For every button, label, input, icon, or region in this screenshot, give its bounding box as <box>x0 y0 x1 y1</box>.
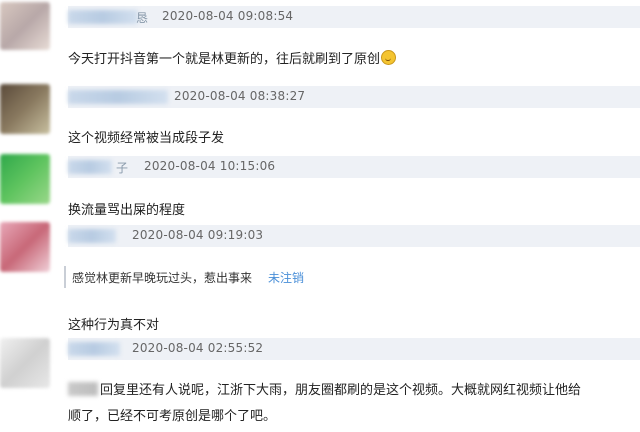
quoted-reply: 感觉林更新早晚玩过头，惹出事来 未注销 <box>64 266 640 288</box>
timestamp: 2020-08-04 02:55:52 <box>132 341 264 355</box>
avatar[interactable] <box>0 222 50 272</box>
comment-text: 这种行为真不对 <box>68 318 160 333</box>
timestamp: 2020-08-04 08:38:27 <box>174 89 306 103</box>
username-blurred[interactable] <box>68 229 116 243</box>
username-suffix[interactable]: 恳 <box>136 9 148 26</box>
username-blurred[interactable] <box>68 382 98 396</box>
unfollow-link[interactable]: 未注销 <box>268 269 304 286</box>
username-blurred[interactable] <box>68 342 120 356</box>
timestamp: 2020-08-04 09:08:54 <box>162 9 294 23</box>
comment-text: 今天打开抖音第一个就是林更新的，往后就刷到了原创 <box>68 48 397 67</box>
comment-header: 2020-08-04 09:19:03 <box>68 225 640 247</box>
timestamp: 2020-08-04 10:15:06 <box>144 159 276 173</box>
reply-text: 感觉林更新早晚玩过头，惹出事来 <box>72 271 253 285</box>
comment-text-line1: 回复里还有人说呢，江浙下大雨，朋友圈都刷的是这个视频。大概就网红视频让他给 <box>68 379 581 398</box>
comment-header: 恳 2020-08-04 09:08:54 <box>68 6 640 28</box>
comment-header: 2020-08-04 08:38:27 <box>68 86 640 108</box>
username-blurred[interactable] <box>68 10 138 24</box>
smile-emoji-icon <box>381 50 397 65</box>
username-blurred[interactable] <box>68 160 112 174</box>
avatar[interactable] <box>0 84 50 134</box>
username-suffix[interactable]: 子 <box>116 159 128 176</box>
comment-header: 2020-08-04 02:55:52 <box>68 338 640 360</box>
comment-header: 子 2020-08-04 10:15:06 <box>68 156 640 178</box>
timestamp: 2020-08-04 09:19:03 <box>132 228 264 242</box>
username-blurred[interactable] <box>68 90 168 104</box>
avatar[interactable] <box>0 2 50 50</box>
comment-text: 换流量骂出屎的程度 <box>68 203 186 218</box>
avatar[interactable] <box>0 154 50 204</box>
avatar[interactable] <box>0 338 50 388</box>
comment-text: 这个视频经常被当成段子发 <box>68 131 225 146</box>
comment-text-line2: 顺了，已经不可考原创是哪个了吧。 <box>68 409 277 424</box>
